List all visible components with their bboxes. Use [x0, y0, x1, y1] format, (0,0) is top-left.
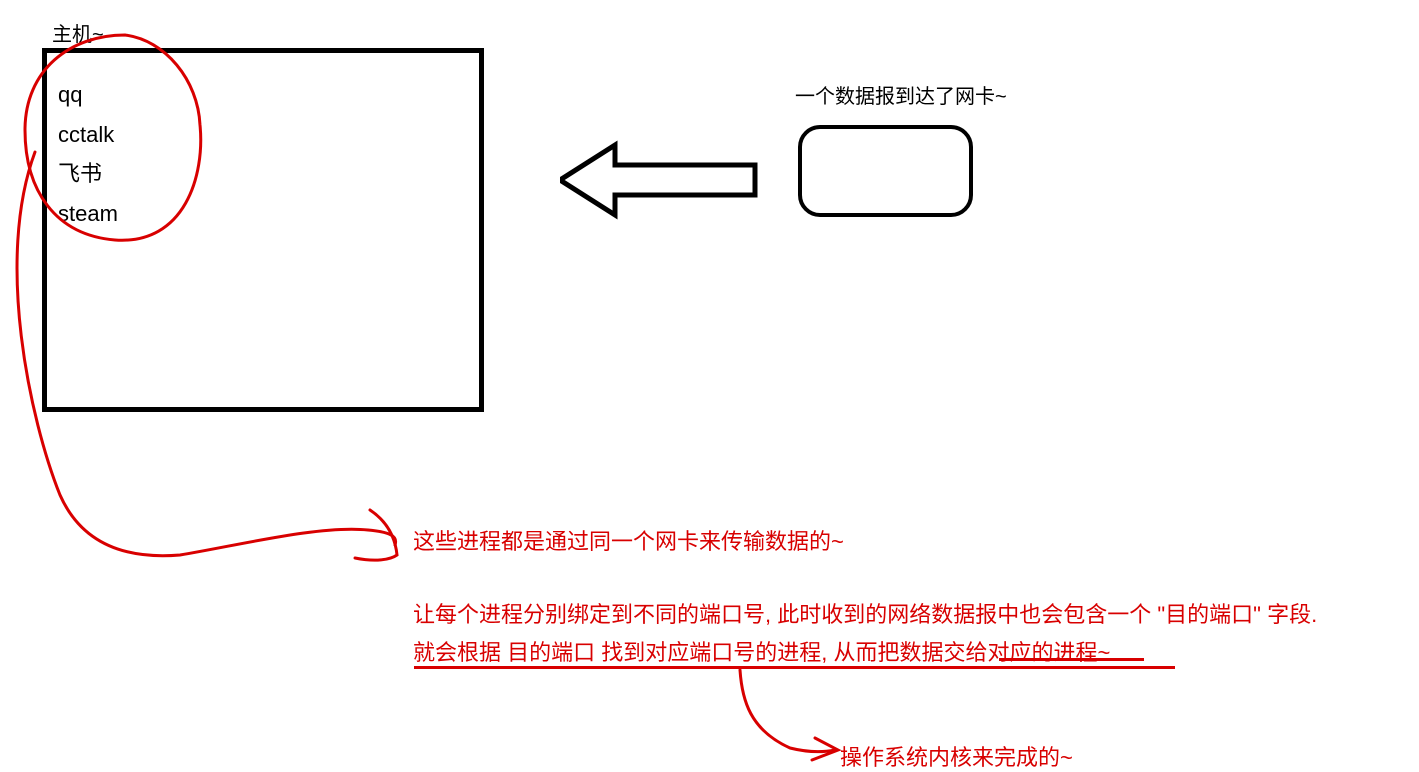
underline-main — [414, 666, 1175, 669]
host-label: 主机~ — [52, 18, 104, 47]
process-list: qq cctalk 飞书 steam — [58, 75, 118, 233]
process-item: cctalk — [58, 115, 118, 155]
annotation-line3: 就会根据 目的端口 找到对应端口号的进程, 从而把数据交给对应的进程~ — [413, 635, 1110, 667]
underline-sub — [999, 658, 1144, 661]
netcard-box — [798, 125, 973, 217]
netcard-label: 一个数据报到达了网卡~ — [795, 80, 1007, 109]
process-item: steam — [58, 194, 118, 234]
annotation-line4: 操作系统内核来完成的~ — [840, 740, 1073, 772]
process-item: 飞书 — [58, 154, 118, 194]
annotation-line1: 这些进程都是通过同一个网卡来传输数据的~ — [413, 524, 844, 556]
process-item: qq — [58, 75, 118, 115]
arrow-left-icon — [560, 140, 760, 220]
annotation-line2: 让每个进程分别绑定到不同的端口号, 此时收到的网络数据报中也会包含一个 "目的端… — [413, 597, 1317, 629]
